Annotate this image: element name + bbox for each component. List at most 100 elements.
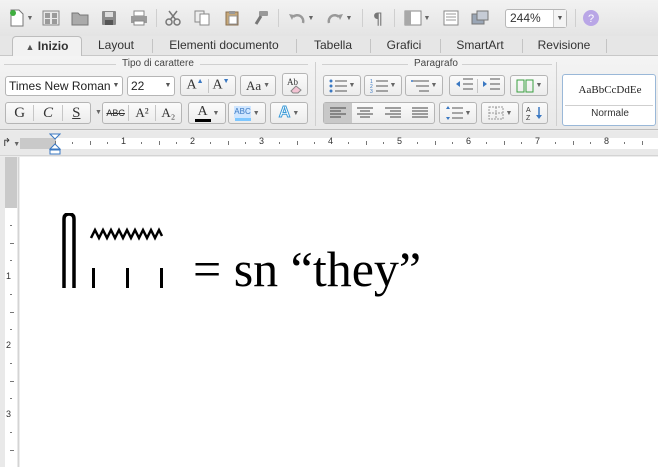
tab-layout[interactable]: Layout xyxy=(88,36,144,56)
multilevel-list-icon xyxy=(410,79,429,91)
tab-elementi-documento[interactable]: Elementi documento xyxy=(158,36,290,56)
highlight-label: ABC xyxy=(234,105,251,118)
bullet-list-icon xyxy=(329,79,347,92)
save-icon xyxy=(102,11,116,25)
multilevel-list-button[interactable]: ▼ xyxy=(405,75,443,96)
columns-button[interactable]: ▼ xyxy=(510,75,548,96)
align-left-icon xyxy=(329,107,346,118)
subscript-button[interactable]: A₂ xyxy=(156,105,181,121)
strikethrough-button[interactable]: ABC xyxy=(103,108,128,118)
ruler-number: 5 xyxy=(397,136,403,146)
redo-button[interactable]: ▼ xyxy=(322,7,356,29)
line-spacing-button[interactable]: ▼ xyxy=(439,102,477,124)
ruler-tick xyxy=(10,397,12,399)
vertical-ruler[interactable]: 1 2 3 xyxy=(0,157,19,467)
tab-smartart[interactable]: SmartArt xyxy=(446,36,514,56)
paste-button[interactable] xyxy=(221,7,243,29)
numbered-list-icon: 123 xyxy=(370,79,388,93)
clear-formatting-button[interactable]: Ab xyxy=(282,73,308,96)
tab-label: Layout xyxy=(97,38,135,52)
chevron-down-icon[interactable]: ▼ xyxy=(162,77,174,95)
align-right-button[interactable] xyxy=(379,107,407,119)
chevron-down-icon[interactable]: ▼ xyxy=(553,10,566,27)
tab-inizio[interactable]: ▲ Inizio xyxy=(12,36,82,57)
superscript-button[interactable]: A² xyxy=(129,105,154,121)
font-color-button[interactable]: A ▼ xyxy=(188,102,226,124)
copy-button[interactable] xyxy=(191,7,213,29)
document-page[interactable] xyxy=(20,157,658,467)
indent-marker-icon[interactable] xyxy=(49,133,61,155)
bullets-button[interactable]: ▼ xyxy=(323,75,361,96)
ruler-tick xyxy=(296,141,298,145)
ruler-tick xyxy=(10,432,12,434)
bold-button[interactable]: G xyxy=(6,105,33,122)
tab-tabella[interactable]: Tabella xyxy=(302,36,364,56)
ruler-tick xyxy=(10,294,12,296)
svg-text:Ab: Ab xyxy=(287,77,298,87)
font-size-field[interactable]: 22 ▼ xyxy=(127,76,175,96)
ruler-tick xyxy=(417,142,419,144)
tab-label: Inizio xyxy=(37,39,69,53)
view-button[interactable]: ▼ xyxy=(400,7,434,29)
templates-button[interactable] xyxy=(40,7,62,29)
ribbon-tabs: ▲ Inizio Layout Elementi documento Tabel… xyxy=(0,36,658,57)
show-formatting-button[interactable]: ¶ xyxy=(368,7,388,29)
save-button[interactable] xyxy=(98,7,120,29)
borders-button[interactable]: ▼ xyxy=(481,102,519,124)
ruler-tick xyxy=(158,141,160,145)
media-button[interactable] xyxy=(469,7,491,29)
align-center-button[interactable] xyxy=(352,107,380,119)
zoom-field[interactable]: 244% ▼ xyxy=(505,9,567,28)
tab-revisione[interactable]: Revisione xyxy=(528,36,600,56)
italic-button[interactable]: C xyxy=(34,105,61,122)
font-name-field[interactable]: Times New Roman ▼ xyxy=(5,76,123,96)
tab-selector[interactable]: ↱ ▼ xyxy=(2,136,20,150)
document-text[interactable]: = sn “they” xyxy=(193,238,421,300)
align-left-button[interactable] xyxy=(324,103,352,123)
increase-indent-button[interactable] xyxy=(482,77,500,94)
sidebar-button[interactable] xyxy=(440,7,462,29)
text-style-group: G C S xyxy=(5,102,91,124)
decrease-indent-button[interactable] xyxy=(455,77,473,94)
ruler-tick xyxy=(279,142,281,144)
cut-button[interactable] xyxy=(162,7,184,29)
numbering-button[interactable]: 1 2 3 ▼ xyxy=(364,75,402,96)
ruler-tick xyxy=(89,141,91,145)
justify-button[interactable] xyxy=(407,107,435,119)
help-button[interactable]: ? xyxy=(580,7,602,29)
font-grow-shrink-group: A▲ A▼ xyxy=(180,75,236,96)
shrink-font-button[interactable]: A▼ xyxy=(213,77,230,94)
sort-button[interactable]: AZ xyxy=(522,102,548,124)
text-effects-button[interactable]: A ▼ xyxy=(270,102,308,124)
undo-button[interactable]: ▼ xyxy=(284,7,318,29)
open-button[interactable] xyxy=(69,7,91,29)
paragraph-group-title: Paragrafo xyxy=(414,58,458,69)
underline-button[interactable]: S xyxy=(63,105,90,122)
tab-grafici[interactable]: Grafici xyxy=(376,36,432,56)
change-case-label: Aa xyxy=(245,77,262,93)
ruler-number: 3 xyxy=(259,136,265,146)
chevron-down-icon[interactable]: ▼ xyxy=(110,77,122,95)
new-document-icon xyxy=(9,9,24,27)
sidebar-icon xyxy=(443,10,459,26)
style-normale[interactable]: AaBbCcDdEe Normale xyxy=(562,74,656,126)
ruler-tick xyxy=(382,142,384,144)
word-window: ▼ ▼ ▼ ¶ ▼ 244% ▼ ? ▲ Inizio Layout Eleme… xyxy=(0,0,658,467)
format-painter-button[interactable] xyxy=(250,7,272,29)
underline-options-chevron-icon[interactable]: ▼ xyxy=(95,109,102,116)
tab-label: Grafici xyxy=(386,38,422,52)
change-case-button[interactable]: Aa ▼ xyxy=(240,75,276,96)
new-document-button[interactable]: ▼ xyxy=(6,7,36,29)
zoom-value: 244% xyxy=(510,11,541,25)
text-effects-label: A xyxy=(278,104,291,122)
horizontal-ruler[interactable]: ↱ ▼ 1 2 3 4 5 6 7 8 xyxy=(0,131,658,156)
font-name-value: Times New Roman xyxy=(9,79,111,93)
print-button[interactable] xyxy=(128,7,150,29)
grow-font-button[interactable]: A▲ xyxy=(186,77,203,94)
borders-icon xyxy=(488,106,504,120)
highlight-button[interactable]: ABC ▼ xyxy=(228,102,266,124)
quick-access-toolbar: ▼ ▼ ▼ ¶ ▼ 244% ▼ ? xyxy=(0,0,658,36)
ruler-tick xyxy=(10,311,14,313)
ruler-tick xyxy=(244,142,246,144)
view-layout-icon xyxy=(404,10,422,26)
